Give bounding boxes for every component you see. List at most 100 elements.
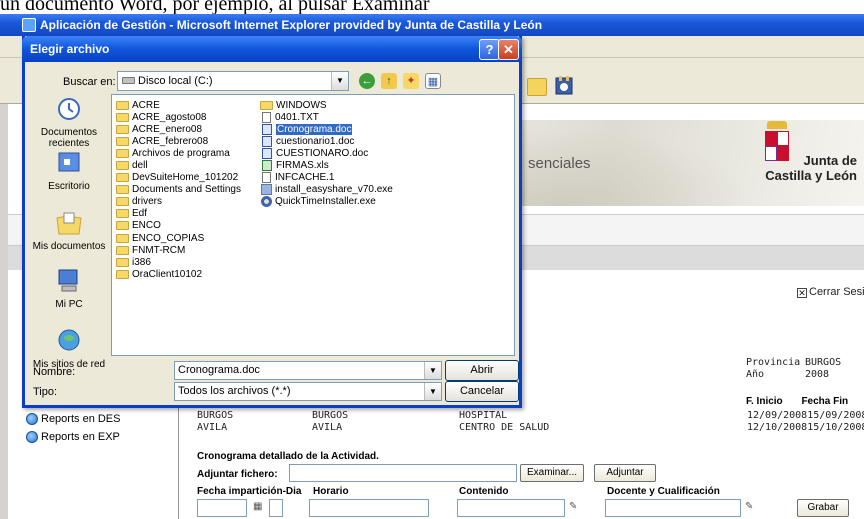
file-item[interactable]: i386: [116, 256, 241, 268]
anio-label: Año: [746, 369, 765, 380]
provincia-label: Provincia: [746, 357, 801, 368]
file-item[interactable]: QuickTimeInstaller.exe: [260, 196, 393, 208]
folder-icon: [116, 161, 129, 171]
link-reports-exp[interactable]: Reports en EXP: [26, 428, 120, 446]
file-item[interactable]: dell: [116, 159, 241, 171]
horario-input[interactable]: [309, 499, 429, 517]
word-doc-icon: [262, 135, 272, 147]
grabar-button[interactable]: Grabar: [797, 499, 849, 517]
file-item[interactable]: INFCACHE.1: [260, 172, 393, 184]
file-item[interactable]: ACRE_agosto08: [116, 111, 241, 123]
ffin-label: Fecha Fin: [801, 396, 849, 407]
file-item[interactable]: DevSuiteHome_101202: [116, 172, 241, 184]
crown-icon: [767, 121, 787, 129]
file-item[interactable]: ACRE_febrero08: [116, 135, 241, 147]
up-folder-icon[interactable]: ↑: [381, 73, 397, 89]
views-icon[interactable]: ▦: [425, 73, 441, 89]
folder-icon: [116, 197, 129, 207]
file-item[interactable]: OraClient10102: [116, 268, 241, 280]
adjuntar-button[interactable]: Adjuntar: [594, 464, 656, 482]
dia-input[interactable]: [269, 499, 283, 517]
cerrar-sesion-link[interactable]: ✕Cerrar Sesion: [797, 286, 864, 298]
jcyl-text: Junta de Castilla y León: [745, 153, 857, 183]
folder-icon: [116, 233, 129, 243]
recent-documents-icon: [58, 98, 80, 120]
filename-input[interactable]: Cronograma.doc ▼: [174, 361, 442, 380]
filetype-select[interactable]: Todos los archivos (*.*) ▼: [174, 382, 442, 401]
edit-icon[interactable]: ✎: [569, 501, 577, 512]
quicktime-icon: [261, 196, 272, 208]
row2-c2: AVILA: [312, 422, 343, 433]
file-item[interactable]: WINDOWS: [260, 99, 393, 111]
my-documents-icon: [56, 212, 82, 235]
file-list[interactable]: ACRE ACRE_agosto08 ACRE_enero08 ACRE_febrer…: [111, 94, 515, 356]
fecha-input[interactable]: [197, 499, 247, 517]
filetype-value: Todos los archivos (*.*): [178, 385, 291, 397]
contenido-input[interactable]: [457, 499, 565, 517]
calendar-icon[interactable]: ▦: [253, 501, 262, 512]
excel-file-icon: [262, 160, 272, 172]
nombre-label: Nombre:: [33, 366, 76, 378]
left-links: Reports en DES Reports en EXP: [26, 410, 120, 446]
place-desktop[interactable]: Escritorio: [29, 150, 109, 192]
chevron-down-icon[interactable]: ▼: [424, 383, 441, 400]
edit-icon[interactable]: ✎: [745, 501, 753, 512]
file-item[interactable]: 0401.TXT: [260, 111, 393, 123]
help-button[interactable]: ?: [479, 39, 500, 60]
cancelar-button[interactable]: Cancelar: [445, 381, 519, 402]
file-item[interactable]: Documents and Settings: [116, 184, 241, 196]
file-item[interactable]: drivers: [116, 196, 241, 208]
examinar-button[interactable]: Examinar...: [520, 464, 584, 482]
file-item[interactable]: Archivos de programa: [116, 147, 241, 159]
file-item[interactable]: ENCO_COPIAS: [116, 232, 241, 244]
file-item-label: i386: [132, 256, 151, 268]
ie-page-icon: [26, 413, 38, 425]
file-item-label: drivers: [132, 196, 163, 208]
chevron-down-icon[interactable]: ▼: [331, 72, 348, 90]
file-item[interactable]: FIRMAS.xls: [260, 159, 393, 172]
place-recent[interactable]: Documentos recientes: [29, 96, 109, 149]
file-item[interactable]: CUESTIONARO.doc: [260, 147, 393, 159]
folders-icon[interactable]: [527, 78, 547, 96]
anio-value: 2008: [805, 369, 830, 380]
file-item[interactable]: install_easyshare_v70.exe: [260, 184, 393, 196]
docente-input[interactable]: [605, 499, 741, 517]
adjuntar-file-input[interactable]: [289, 464, 517, 482]
chevron-down-icon[interactable]: ▼: [424, 362, 441, 379]
link-reports-des[interactable]: Reports en DES: [26, 410, 120, 428]
file-item[interactable]: ENCO: [116, 220, 241, 232]
folder-icon: [116, 221, 129, 231]
folder-icon: [116, 124, 129, 134]
place-mypc[interactable]: Mi PC: [29, 268, 109, 310]
drive-icon: [122, 77, 135, 84]
location-combo[interactable]: Disco local (C:) ▼: [117, 71, 349, 91]
file-item-label: Documents and Settings: [132, 184, 241, 196]
back-icon[interactable]: ←: [359, 73, 375, 89]
file-item[interactable]: Cronograma.doc: [260, 123, 393, 135]
new-folder-icon[interactable]: ✦: [403, 73, 419, 89]
file-item-label: dell: [132, 160, 148, 172]
row2-c3: CENTRO DE SALUD: [459, 422, 550, 433]
close-box-icon: ✕: [797, 288, 807, 298]
file-item[interactable]: ACRE_enero08: [116, 123, 241, 135]
folder-icon: [116, 185, 129, 195]
history-icon[interactable]: [555, 75, 573, 95]
col-docente: Docente y Cualificación: [607, 486, 720, 497]
place-mydocs[interactable]: Mis documentos: [29, 210, 109, 252]
place-mydocs-label: Mis documentos: [32, 241, 106, 252]
tipo-label: Tipo:: [33, 386, 58, 398]
close-button[interactable]: ✕: [498, 39, 519, 60]
file-item-label: ACRE: [132, 99, 160, 111]
file-item[interactable]: FNMT-RCM: [116, 244, 241, 256]
col-horario: Horario: [313, 486, 349, 497]
file-item-label: ACRE_agosto08: [132, 111, 207, 123]
file-item[interactable]: ACRE: [116, 99, 241, 111]
file-item-label: cuestionario1.doc: [276, 135, 355, 147]
file-item[interactable]: cuestionario1.doc: [260, 135, 393, 147]
file-icon: [262, 172, 271, 184]
abrir-button[interactable]: Abrir: [445, 360, 519, 381]
place-network[interactable]: Mis sitios de red: [29, 328, 109, 370]
col-fecha: Fecha impartición-Dia: [197, 486, 302, 497]
file-item[interactable]: Edf: [116, 208, 241, 220]
row2-c4: 12/10/200815/10/2008: [747, 422, 864, 433]
